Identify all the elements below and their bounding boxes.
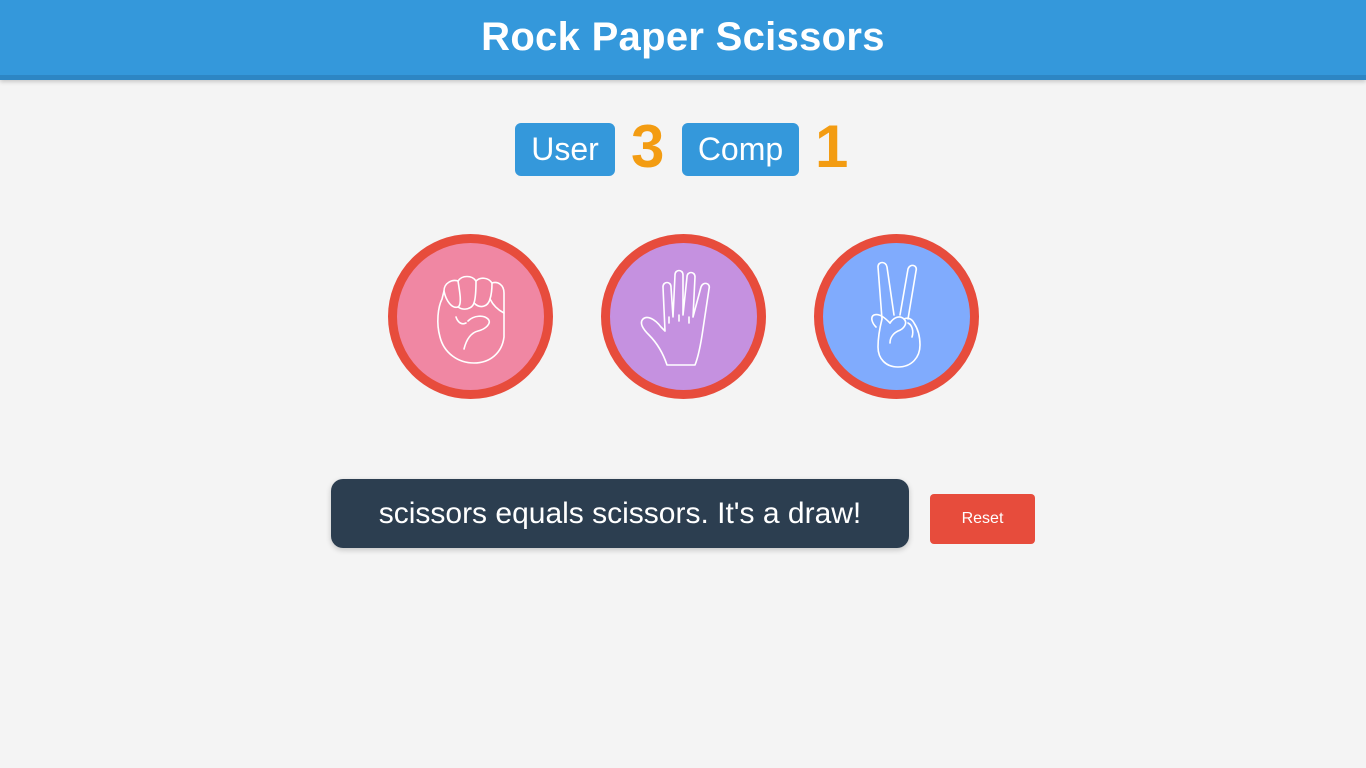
- scoreboard: User 3 Comp 1: [0, 116, 1366, 182]
- paper-hand-icon: [640, 269, 710, 366]
- comp-label-badge: Comp: [682, 123, 799, 176]
- comp-score: 1: [815, 113, 849, 180]
- user-label-badge: User: [515, 123, 615, 176]
- scissors-choice-button[interactable]: [814, 234, 979, 399]
- user-score: 3: [631, 113, 665, 180]
- scissors-hand-icon: [870, 261, 921, 368]
- paper-choice-button[interactable]: [601, 234, 766, 399]
- app-header: Rock Paper Scissors: [0, 0, 1366, 80]
- reset-button[interactable]: Reset: [930, 494, 1035, 544]
- page-title: Rock Paper Scissors: [481, 15, 885, 59]
- rock-fist-icon: [436, 275, 505, 364]
- rock-choice-button[interactable]: [388, 234, 553, 399]
- result-message: scissors equals scissors. It's a draw!: [331, 479, 909, 548]
